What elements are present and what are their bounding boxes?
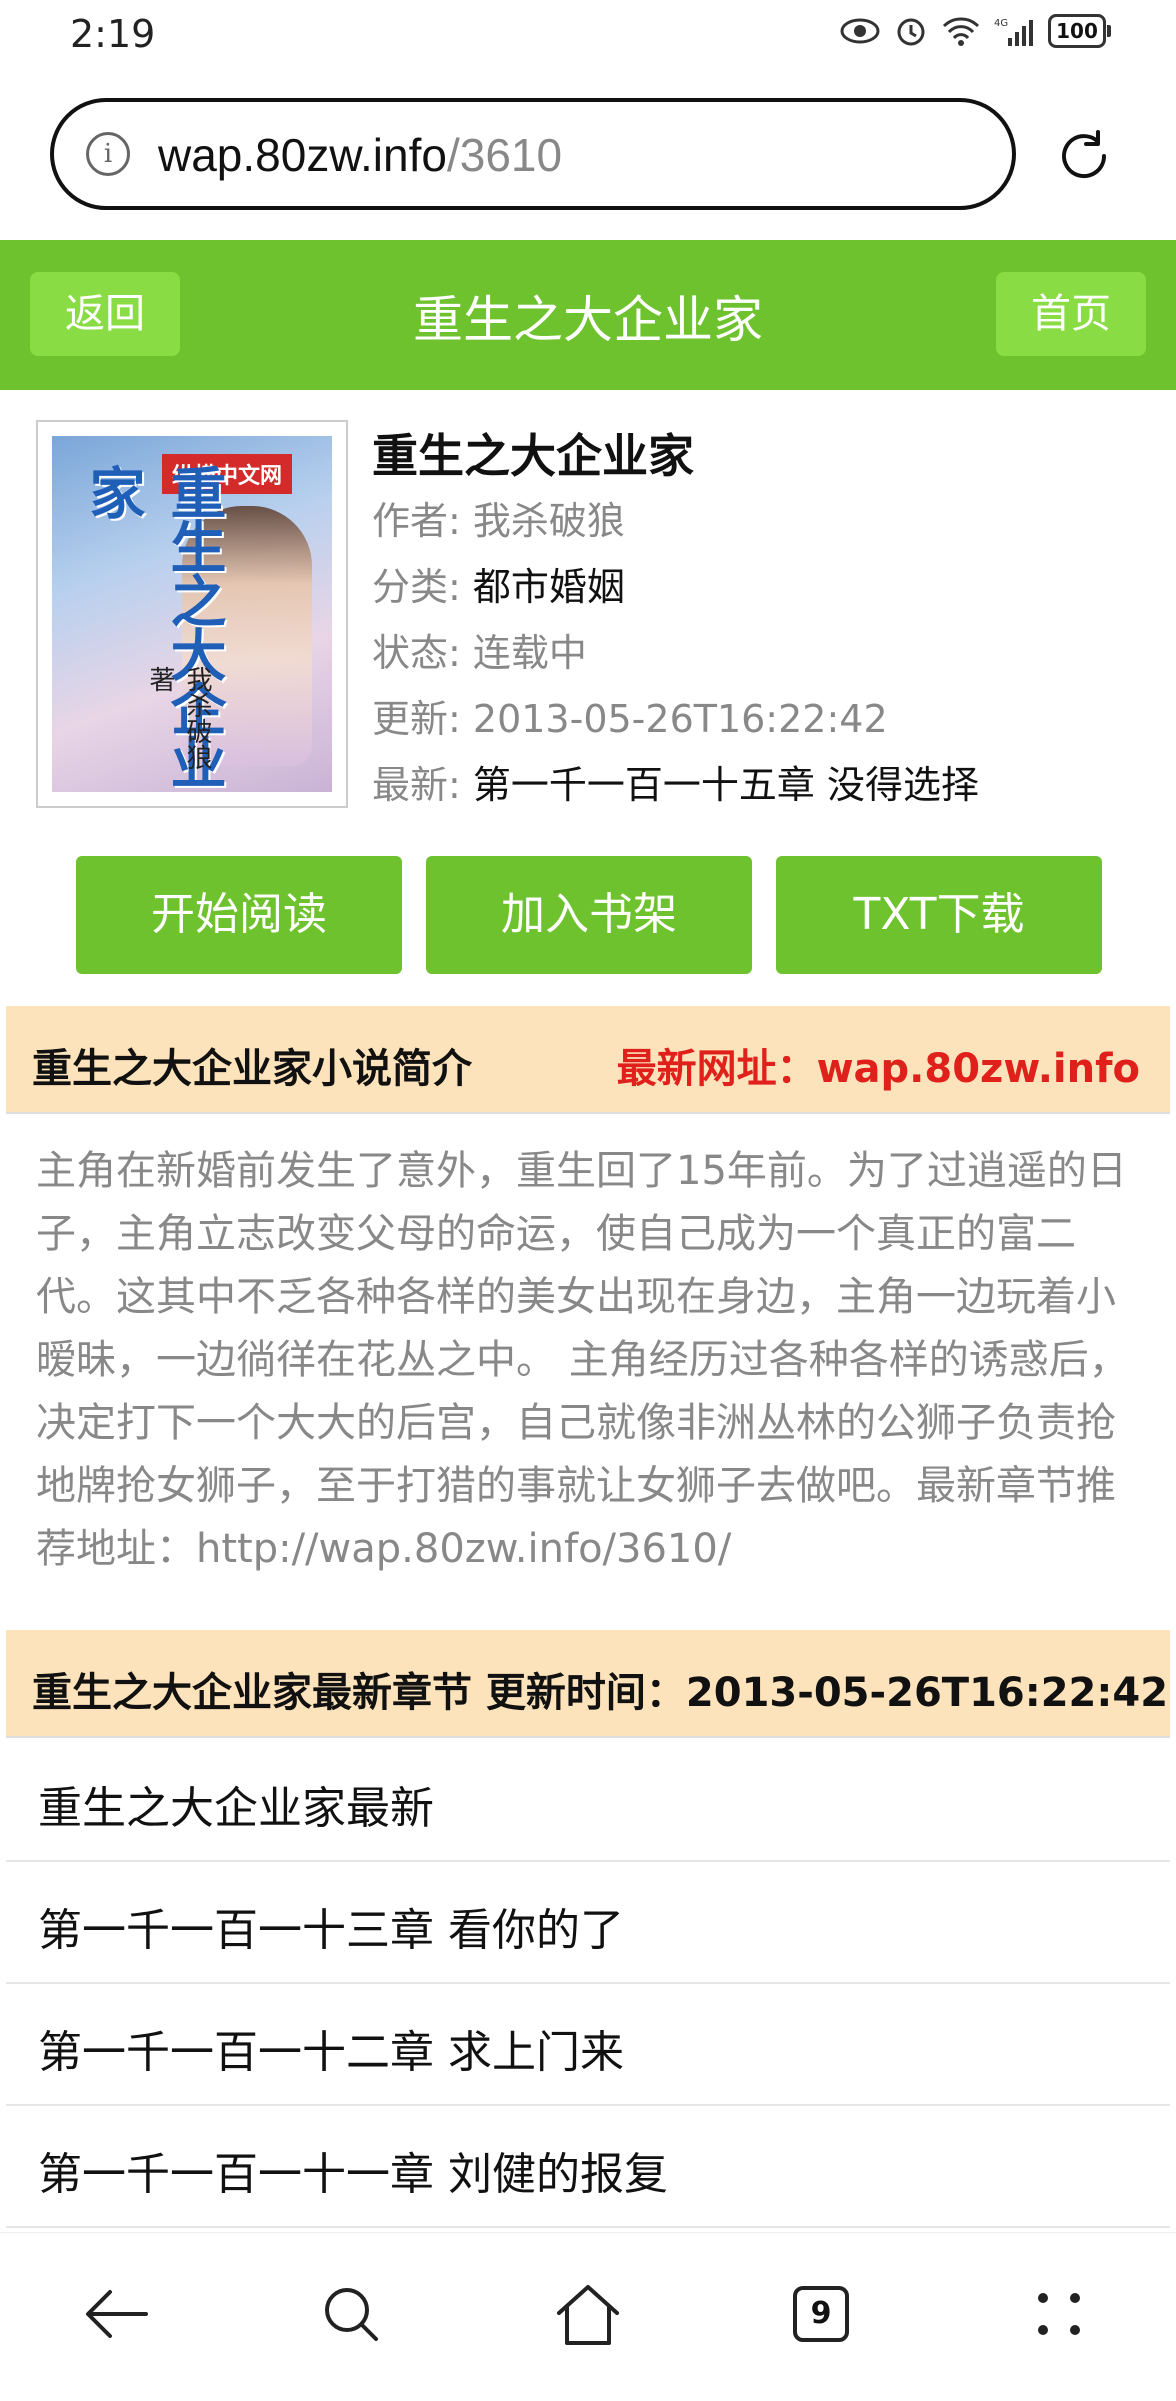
- nav-home-button[interactable]: [543, 2269, 633, 2359]
- site-url-label: 最新网址：wap.80zw.info: [616, 1046, 1140, 1092]
- nav-menu-button[interactable]: [1014, 2269, 1104, 2359]
- book-cover: 纵横中文网 重生之大企业家 我杀破狼 著: [36, 420, 348, 808]
- intro-heading: 重生之大企业家小说简介: [32, 1046, 472, 1092]
- category-key: 分类:: [372, 565, 461, 609]
- home-button[interactable]: 首页: [996, 272, 1146, 356]
- intro-section-header: 重生之大企业家小说简介 最新网址：wap.80zw.info: [6, 1006, 1170, 1114]
- latest-chapter-link[interactable]: 第一千一百一十五章 没得选择: [473, 763, 979, 807]
- chapter-title[interactable]: 重生之大企业家最新: [38, 1772, 434, 1836]
- alarm-icon: [897, 18, 925, 46]
- intro-text: 主角在新婚前发生了意外，重生回了15年前。为了过逍遥的日子，主角立志改变父母的命…: [36, 1148, 1129, 1572]
- latest-heading: 重生之大企业家最新章节 更新时间：2013-05-26T16:22:42: [32, 1670, 1169, 1716]
- chapter-title[interactable]: 第一千一百一十三章 看你的了: [38, 1894, 624, 1958]
- updated-key: 更新:: [372, 697, 461, 741]
- chapter-item[interactable]: 第一千一百一十三章 看你的了: [6, 1862, 1170, 1984]
- start-reading-button[interactable]: 开始阅读: [76, 856, 402, 974]
- status-key: 状态:: [372, 631, 461, 675]
- cover-author: 我杀破狼 著: [145, 666, 212, 770]
- txt-download-button[interactable]: TXT下载: [776, 856, 1102, 974]
- category-value[interactable]: 都市婚姻: [473, 565, 625, 609]
- status-value: 连载中: [472, 631, 587, 675]
- eye-icon: [840, 18, 880, 44]
- battery-icon: 100: [1048, 14, 1111, 48]
- category-row: 分类: 都市婚姻: [372, 556, 625, 611]
- menu-dots-icon: [1038, 2293, 1080, 2335]
- chapter-item[interactable]: 第一千一百一十一章 刘健的报复: [6, 2106, 1170, 2228]
- status-bar: 2:19 4G 100: [0, 0, 1176, 72]
- url-text[interactable]: wap.80zw.info/3610: [158, 128, 562, 182]
- wifi-icon: [942, 17, 980, 46]
- status-time: 2:19: [70, 12, 156, 56]
- signal-icon: 4G: [994, 18, 1033, 46]
- latest-key: 最新:: [372, 763, 461, 807]
- chapter-title[interactable]: 第一千一百一十一章 刘健的报复: [38, 2138, 668, 2202]
- nav-tabs-button[interactable]: 9: [776, 2269, 866, 2359]
- chapter-item[interactable]: 第一千一百一十二章 求上门来: [6, 1984, 1170, 2106]
- svg-text:4G: 4G: [994, 18, 1008, 29]
- info-icon[interactable]: i: [86, 132, 130, 176]
- reload-icon[interactable]: [1052, 124, 1116, 188]
- updated-value: 2013-05-26T16:22:42: [472, 697, 888, 741]
- updated-row: 更新: 2013-05-26T16:22:42: [372, 688, 888, 743]
- browser-bottom-nav: 9: [0, 2232, 1176, 2401]
- search-icon: [325, 2288, 378, 2341]
- chapter-item[interactable]: 重生之大企业家最新: [6, 1740, 1170, 1862]
- cover-art: 纵横中文网 重生之大企业家 我杀破狼 著: [52, 436, 332, 792]
- nav-search-button[interactable]: [306, 2269, 396, 2359]
- author-key: 作者:: [372, 499, 461, 543]
- home-icon: [557, 2285, 619, 2345]
- author-value[interactable]: 我杀破狼: [473, 499, 625, 543]
- address-bar[interactable]: i wap.80zw.info/3610: [50, 98, 1016, 210]
- status-icons: 4G 100: [840, 14, 1111, 48]
- latest-section-header: 重生之大企业家最新章节 更新时间：2013-05-26T16:22:42: [6, 1630, 1170, 1738]
- add-to-shelf-button[interactable]: 加入书架: [426, 856, 752, 974]
- tabs-count-icon: 9: [793, 2286, 849, 2342]
- nav-back-button[interactable]: [72, 2269, 162, 2359]
- back-arrow-icon: [86, 2290, 148, 2338]
- book-title: 重生之大企业家: [372, 429, 694, 483]
- url-path: /3610: [446, 129, 563, 181]
- status-row: 状态: 连载中: [372, 622, 587, 677]
- latest-row: 最新: 第一千一百一十五章 没得选择: [372, 754, 979, 809]
- site-header: 返回 重生之大企业家 首页: [0, 240, 1176, 390]
- author-row: 作者: 我杀破狼: [372, 490, 625, 545]
- chapter-title[interactable]: 第一千一百一十二章 求上门来: [38, 2016, 624, 2080]
- url-host: wap.80zw.info: [158, 129, 447, 181]
